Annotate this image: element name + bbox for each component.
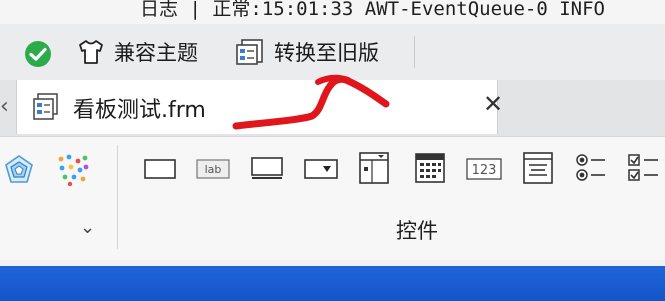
theme-button-label: 兼容主题 — [114, 41, 198, 65]
component-palette: ⌄ lab 123 控件 — [0, 136, 665, 261]
convert-old-version-button[interactable]: 转换至旧版 — [234, 24, 379, 80]
checkbox-group-icon[interactable] — [626, 151, 660, 185]
check-circle-icon[interactable] — [24, 40, 52, 68]
panel-icon[interactable] — [144, 157, 176, 181]
number-field-icon[interactable]: 123 — [466, 157, 502, 181]
convert-button-label: 转换至旧版 — [274, 41, 379, 65]
canvas-top-edge — [0, 260, 665, 266]
main-toolbar: 兼容主题 转换至旧版 — [0, 24, 665, 80]
log-text: 日志 | 正常:15:01:33 AWT-EventQueue-0 INFO — [140, 0, 605, 21]
form-convert-icon — [236, 39, 263, 65]
label-icon[interactable]: lab — [196, 157, 230, 181]
log-status-bar: 日志 | 正常:15:01:33 AWT-EventQueue-0 INFO — [0, 0, 665, 24]
radar-chart-icon[interactable] — [2, 153, 36, 187]
chevron-down-icon[interactable]: ⌄ — [80, 217, 95, 238]
log-title: 日志 — [140, 0, 179, 20]
log-level: 正常 — [212, 0, 251, 20]
toolbar-divider — [414, 36, 415, 68]
log-message: :15:01:33 AWT-EventQueue-0 INFO — [250, 0, 605, 20]
shirt-icon — [79, 40, 103, 64]
radio-group-icon[interactable] — [574, 151, 608, 185]
log-divider: | — [189, 0, 201, 20]
label-icon-text: lab — [205, 163, 222, 176]
editor-tab-bar: ‹ 看板测试.frm ✕ — [0, 80, 665, 136]
form-file-icon — [33, 93, 58, 120]
tab-label: 看板测试.frm — [73, 98, 206, 123]
number-field-icon-text: 123 — [472, 163, 497, 178]
calendar-icon[interactable] — [414, 151, 446, 185]
tab-scroll-left-icon[interactable]: ‹ — [0, 94, 12, 122]
text-area-icon[interactable] — [522, 151, 554, 185]
combobox-icon[interactable] — [304, 157, 338, 181]
close-icon[interactable]: ✕ — [483, 90, 503, 118]
palette-caption: 控件 — [396, 219, 438, 243]
scatter-dots-icon[interactable] — [56, 153, 90, 187]
theme-button[interactable]: 兼容主题 — [76, 24, 198, 80]
list-window-icon[interactable] — [358, 151, 390, 185]
tab-kanban-test[interactable]: 看板测试.frm ✕ — [16, 80, 503, 134]
button-icon[interactable] — [250, 155, 284, 181]
designer-canvas-strip — [0, 260, 665, 301]
palette-divider — [117, 145, 118, 249]
